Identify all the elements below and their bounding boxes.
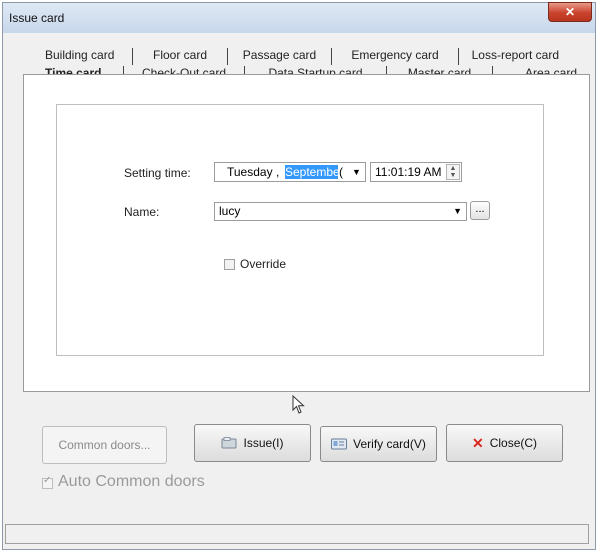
date-separator: , xyxy=(276,165,280,179)
date-rest: ( xyxy=(339,165,343,179)
close-icon: ✕ xyxy=(564,5,576,19)
card-reader-icon xyxy=(221,437,237,449)
tab-building-card[interactable]: Building card xyxy=(35,48,133,65)
name-value: lucy xyxy=(219,204,241,218)
issue-label: Issue(I) xyxy=(243,436,284,450)
verify-card-button[interactable]: Verify card(V) xyxy=(320,426,437,462)
status-bar xyxy=(5,524,589,544)
form-group-box xyxy=(56,104,544,356)
time-spin-button[interactable]: ▲ ▼ xyxy=(446,164,460,180)
tab-floor-card[interactable]: Floor card xyxy=(133,48,228,65)
date-day: Tuesday xyxy=(227,165,273,179)
spin-down-icon[interactable]: ▼ xyxy=(447,172,459,179)
tab-loss-report-card[interactable]: Loss-report card xyxy=(459,48,569,65)
time-picker[interactable]: 11:01:19 AM ▲ ▼ xyxy=(370,162,462,182)
auto-common-doors-checkbox[interactable]: ✓ xyxy=(42,475,53,489)
browse-button[interactable]: ... xyxy=(470,201,490,220)
issue-button[interactable]: Issue(I) xyxy=(194,424,311,462)
chevron-down-icon[interactable]: ▼ xyxy=(352,163,361,181)
window-title: Issue card xyxy=(9,11,65,25)
close-label: Close(C) xyxy=(489,436,538,450)
setting-time-label: Setting time: xyxy=(124,166,191,180)
id-card-icon xyxy=(331,438,348,450)
date-month-selected[interactable]: September xyxy=(285,165,338,179)
override-checkbox[interactable] xyxy=(224,259,235,270)
common-doors-label: Common doors... xyxy=(58,438,151,452)
date-picker[interactable]: Tuesday , September ( ▼ xyxy=(214,162,366,182)
close-button[interactable]: ✕ Close(C) xyxy=(446,424,563,462)
tab-row-1: Building card Floor card Passage card Em… xyxy=(35,48,569,65)
checkmark-icon: ✓ xyxy=(43,475,52,486)
title-bar: Issue card ✕ xyxy=(3,2,595,33)
name-label: Name: xyxy=(124,205,160,219)
verify-card-label: Verify card(V) xyxy=(353,437,426,451)
close-x-icon: ✕ xyxy=(471,434,484,451)
tab-passage-card[interactable]: Passage card xyxy=(228,48,332,65)
spin-up-icon[interactable]: ▲ xyxy=(447,165,459,172)
time-value: 11:01:19 AM xyxy=(375,165,442,179)
auto-common-doors-label: Auto Common doors xyxy=(58,473,205,490)
mouse-cursor-icon xyxy=(292,395,305,414)
chevron-down-icon[interactable]: ▼ xyxy=(453,203,462,220)
name-combobox[interactable]: lucy ▼ xyxy=(214,202,467,221)
common-doors-button[interactable]: Common doors... xyxy=(42,426,167,464)
override-label: Override xyxy=(240,257,287,271)
tab-emergency-card[interactable]: Emergency card xyxy=(332,48,459,65)
window-close-button[interactable]: ✕ xyxy=(548,2,592,22)
